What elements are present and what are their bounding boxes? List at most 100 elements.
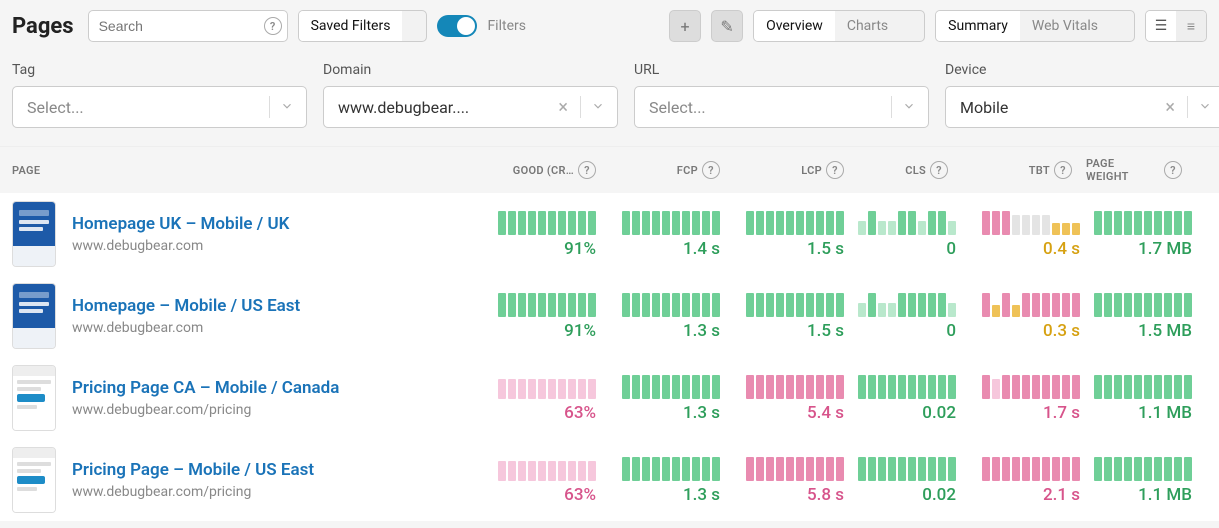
view-mode-group: ☰ ≡ [1145,10,1207,42]
compact-icon: ≡ [1187,18,1195,35]
metric-value: 5.4 s [807,403,844,423]
page-url: www.debugbear.com [72,320,486,336]
sparkline [486,373,596,399]
metric-value: 0.4 s [1043,239,1080,259]
filters-toggle-label: Filters [487,18,526,34]
sparkline [610,373,720,399]
metric-cell: 1.1 MB [1094,373,1206,423]
sparkline [610,209,720,235]
charts-tab[interactable]: Charts [835,11,900,41]
metric-cell: 5.4 s [734,373,858,423]
search-input[interactable] [88,10,288,42]
sparkline [610,291,720,317]
chevron-down-icon [585,98,611,117]
metric-cell: 0.02 [858,455,970,505]
chevron-down-icon [896,98,922,117]
metric-value: 0.3 s [1043,321,1080,341]
metric-value: 1.5 MB [1138,321,1192,341]
sparkline [858,291,956,317]
metric-value: 2.1 s [1043,485,1080,505]
page-name[interactable]: Homepage – Mobile / US East [72,296,486,316]
help-icon[interactable]: ? [1164,161,1182,179]
page-name[interactable]: Pricing Page CA – Mobile / Canada [72,378,486,398]
table-body: Homepage UK – Mobile / UK www.debugbear.c… [0,193,1219,521]
sparkline [734,209,844,235]
select-value: Select... [27,98,265,117]
search-wrap: ? [88,10,288,42]
metric-value: 0.02 [922,485,956,505]
col-fcp: FCP? [610,161,734,179]
table-header: PAGE GOOD (CR…? FCP? LCP? CLS? TBT? PAGE… [0,146,1219,193]
domain-select[interactable]: www.debugbear.... × [323,86,618,128]
table-row[interactable]: Homepage – Mobile / US East www.debugbear… [0,275,1219,357]
overview-charts-toggle[interactable]: Overview Charts [753,10,925,42]
page-meta: Pricing Page CA – Mobile / Canadawww.deb… [72,378,486,418]
help-icon[interactable]: ? [264,17,282,35]
metric-cell: 0 [858,209,970,259]
clear-icon[interactable]: × [1157,97,1183,118]
metric-cell: 91% [486,209,610,259]
help-icon[interactable]: ? [930,161,948,179]
metric-value: 0.02 [922,403,956,423]
metric-cell: 0.3 s [970,291,1094,341]
device-select[interactable]: Mobile × [945,86,1219,128]
tag-select[interactable]: Select... [12,86,307,128]
url-select[interactable]: Select... [634,86,929,128]
sparkline [1094,373,1192,399]
clear-icon[interactable]: × [550,97,576,118]
help-icon[interactable]: ? [826,161,844,179]
summary-vitals-toggle[interactable]: Summary Web Vitals [935,10,1135,42]
sparkline [486,455,596,481]
metric-cell: 1.7 s [970,373,1094,423]
filter-label: Domain [323,62,618,78]
metric-cell: 5.8 s [734,455,858,505]
metric-value: 1.1 MB [1138,403,1192,423]
chevron-down-icon[interactable] [900,11,924,41]
page-name[interactable]: Homepage UK – Mobile / UK [72,214,486,234]
filter-tag: Tag Select... [12,62,307,128]
sparkline [734,291,844,317]
help-icon[interactable]: ? [702,161,720,179]
web-vitals-tab[interactable]: Web Vitals [1020,11,1110,41]
metric-cell: 1.4 s [610,209,734,259]
sparkline [1094,291,1192,317]
add-button[interactable]: + [669,10,701,42]
select-value: Select... [649,98,887,117]
saved-filters-button[interactable]: Saved Filters [298,10,428,42]
list-view-button[interactable]: ☰ [1146,11,1176,41]
table-row[interactable]: Pricing Page – Mobile / US Eastwww.debug… [0,439,1219,521]
metric-value: 63% [564,403,596,423]
select-value: Mobile [960,98,1157,117]
sparkline [970,209,1080,235]
summary-tab[interactable]: Summary [936,11,1020,41]
col-lcp: LCP? [734,161,858,179]
table-row[interactable]: Homepage UK – Mobile / UKwww.debugbear.c… [0,193,1219,275]
overview-tab[interactable]: Overview [754,11,835,41]
sparkline [858,455,956,481]
help-icon[interactable]: ? [1054,161,1072,179]
col-good: GOOD (CR…? [486,161,610,179]
list-icon: ☰ [1155,18,1168,34]
toolbar: Pages ? Saved Filters Filters + ✎ Overvi… [0,0,1219,52]
table-row[interactable]: Pricing Page CA – Mobile / Canadawww.deb… [0,357,1219,439]
metric-cell: 0 [858,291,970,341]
compact-view-button[interactable]: ≡ [1176,11,1206,41]
col-page: PAGE [12,164,486,177]
help-icon[interactable]: ? [578,161,596,179]
metric-value: 1.1 MB [1138,485,1192,505]
filters-toggle[interactable] [437,15,477,37]
sparkline [858,209,956,235]
chevron-down-icon[interactable] [1110,11,1134,41]
pencil-icon: ✎ [720,17,733,36]
col-cls: CLS? [858,161,962,179]
page-meta: Pricing Page – Mobile / US Eastwww.debug… [72,460,486,500]
saved-filters-label: Saved Filters [299,11,403,41]
filter-label: URL [634,62,929,78]
metric-value: 63% [564,485,596,505]
page-name[interactable]: Pricing Page – Mobile / US East [72,460,486,480]
chevron-down-icon [402,11,426,41]
page-thumbnail [12,201,56,267]
edit-button[interactable]: ✎ [711,10,743,42]
metric-value: 5.8 s [807,485,844,505]
metric-cell: 63% [486,455,610,505]
